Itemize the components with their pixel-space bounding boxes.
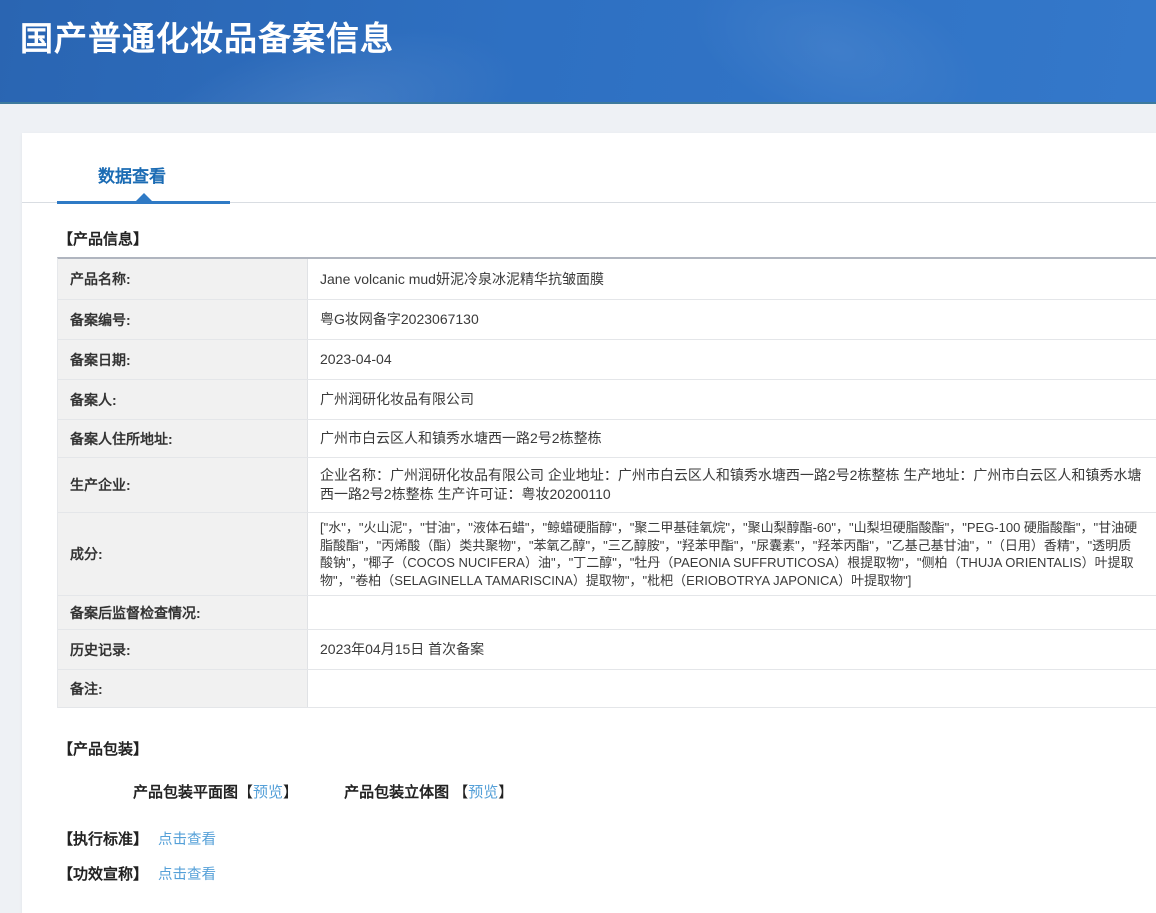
preview-flat-link[interactable]: 预览 xyxy=(253,784,283,801)
table-row: 备案编号: 粤G妆网备字2023067130 xyxy=(58,300,1156,340)
package-3d-item: 产品包装立体图 【预览】 xyxy=(344,784,513,801)
bracket: 【 xyxy=(453,784,468,801)
row-value: 2023年04月15日 首次备案 xyxy=(308,630,1156,669)
efficacy-claim-label: 【功效宣称】 xyxy=(58,866,148,883)
table-row: 生产企业: 企业名称：广州润研化妆品有限公司 企业地址：广州市白云区人和镇秀水塘… xyxy=(58,458,1156,513)
exec-standard-row: 【执行标准】点击查看 xyxy=(58,828,1156,849)
package-3d-label: 产品包装立体图 xyxy=(344,784,453,801)
package-flat-label: 产品包装平面图 xyxy=(133,784,238,801)
bracket: 【 xyxy=(238,784,253,801)
exec-standard-label: 【执行标准】 xyxy=(58,831,148,848)
table-row: 产品名称: Jane volcanic mud妍泥冷泉冰泥精华抗皱面膜 xyxy=(58,259,1156,300)
package-flat-item: 产品包装平面图【预览】 xyxy=(133,784,298,801)
tab-data-view[interactable]: 数据查看 xyxy=(98,162,166,187)
row-label: 生产企业: xyxy=(58,458,308,512)
row-label: 成分: xyxy=(58,513,308,595)
row-value: 企业名称：广州润研化妆品有限公司 企业地址：广州市白云区人和镇秀水塘西一路2号2… xyxy=(308,458,1156,512)
row-label: 历史记录: xyxy=(58,630,308,669)
row-value xyxy=(308,596,1156,629)
section-product-info: 【产品信息】 xyxy=(58,228,1156,249)
tab-active-indicator xyxy=(57,201,230,204)
row-value: 2023-04-04 xyxy=(308,340,1156,379)
page-title: 国产普通化妆品备案信息 xyxy=(0,0,1156,60)
row-value: 广州市白云区人和镇秀水塘西一路2号2栋整栋 xyxy=(308,420,1156,457)
row-value: 广州润研化妆品有限公司 xyxy=(308,380,1156,419)
table-row-ingredients: 成分: ["水"，"火山泥"，"甘油"，"液体石蜡"，"鲸蜡硬脂醇"，"聚二甲基… xyxy=(58,513,1156,596)
table-row: 备注: xyxy=(58,670,1156,708)
row-label: 备案日期: xyxy=(58,340,308,379)
exec-standard-link[interactable]: 点击查看 xyxy=(158,832,216,848)
product-info-table: 产品名称: Jane volcanic mud妍泥冷泉冰泥精华抗皱面膜 备案编号… xyxy=(57,257,1156,708)
table-row: 历史记录: 2023年04月15日 首次备案 xyxy=(58,630,1156,670)
table-row: 备案人住所地址: 广州市白云区人和镇秀水塘西一路2号2栋整栋 xyxy=(58,420,1156,458)
row-value: 粤G妆网备字2023067130 xyxy=(308,300,1156,339)
row-label: 备案编号: xyxy=(58,300,308,339)
table-row: 备案人: 广州润研化妆品有限公司 xyxy=(58,380,1156,420)
table-row: 备案日期: 2023-04-04 xyxy=(58,340,1156,380)
content-card: 数据查看 【产品信息】 产品名称: Jane volcanic mud妍泥冷泉冰… xyxy=(22,133,1156,913)
row-label: 备注: xyxy=(58,670,308,707)
bracket: 】 xyxy=(283,784,298,801)
row-value: Jane volcanic mud妍泥冷泉冰泥精华抗皱面膜 xyxy=(308,259,1156,299)
tab-bar: 数据查看 xyxy=(22,133,1156,203)
row-label: 备案人: xyxy=(58,380,308,419)
row-label: 备案后监督检查情况: xyxy=(58,596,308,629)
preview-3d-link[interactable]: 预览 xyxy=(468,784,498,801)
row-label: 产品名称: xyxy=(58,259,308,299)
section-product-package: 【产品包装】 xyxy=(58,738,1156,759)
row-value: ["水"，"火山泥"，"甘油"，"液体石蜡"，"鲸蜡硬脂醇"，"聚二甲基硅氧烷"… xyxy=(308,513,1156,595)
row-label: 备案人住所地址: xyxy=(58,420,308,457)
efficacy-claim-link[interactable]: 点击查看 xyxy=(158,867,216,883)
row-value xyxy=(308,670,1156,707)
bracket: 】 xyxy=(498,784,513,801)
efficacy-claim-row: 【功效宣称】点击查看 xyxy=(58,863,1156,884)
page-header: 国产普通化妆品备案信息 xyxy=(0,0,1156,104)
package-previews: 产品包装平面图【预览】产品包装立体图 【预览】 xyxy=(133,781,1156,802)
table-row: 备案后监督检查情况: xyxy=(58,596,1156,630)
